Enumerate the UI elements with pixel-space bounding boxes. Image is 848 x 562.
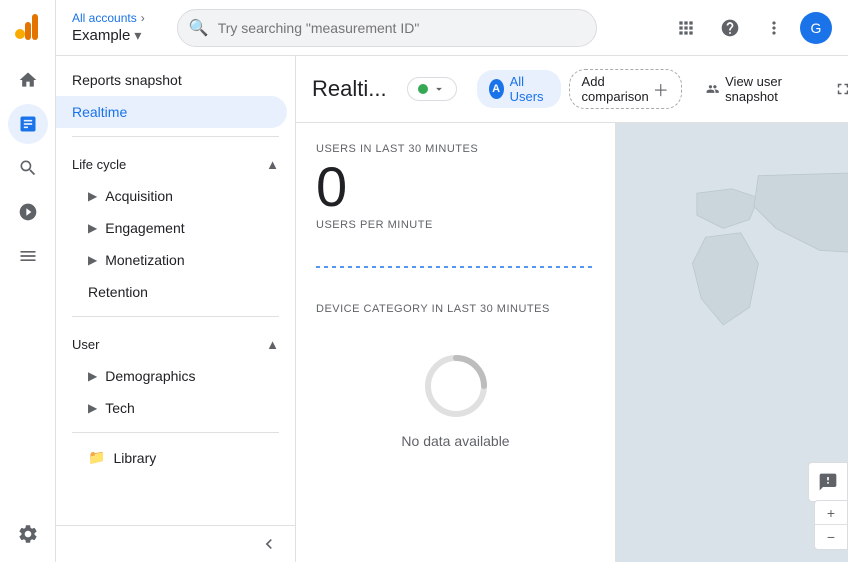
all-users-chip: A All Users [477, 70, 561, 108]
search-input[interactable] [177, 9, 597, 47]
nav-configure-button[interactable] [8, 236, 48, 276]
users-per-minute-chart [316, 247, 595, 287]
sidebar-item-acquisition[interactable]: ▶ Acquisition [56, 180, 295, 212]
help-icon-button[interactable] [712, 10, 748, 46]
nav-home-button[interactable] [8, 60, 48, 100]
header-actions: View user snapshot [694, 68, 848, 110]
view-user-snapshot-label: View user snapshot [725, 74, 809, 104]
sidebar-item-realtime[interactable]: Realtime [56, 96, 287, 128]
add-comparison-plus-icon: ＋ [653, 77, 669, 101]
content-header: Realti... A All Users Add comparison ＋ V… [296, 56, 848, 123]
users-30min-label: USERS IN LAST 30 MINUTES [316, 143, 595, 155]
nav-advertising-button[interactable] [8, 192, 48, 232]
tech-label: Tech [105, 400, 135, 416]
zoom-out-button[interactable]: − [815, 525, 847, 549]
no-data-text: No data available [401, 433, 509, 449]
status-badge[interactable] [407, 77, 457, 101]
all-users-label: All Users [510, 74, 549, 104]
topbar-actions: G [668, 10, 832, 46]
tech-expand-icon: ▶ [88, 401, 97, 415]
property-selector[interactable]: Example ▾ [72, 27, 145, 44]
sidebar-item-monetization[interactable]: ▶ Monetization [56, 244, 295, 276]
engagement-expand-icon: ▶ [88, 221, 97, 235]
lifecycle-section-header[interactable]: Life cycle ▲ [56, 145, 295, 180]
chevron-down-icon: ▾ [134, 27, 141, 44]
lifecycle-section-label: Life cycle [72, 157, 126, 172]
zoom-controls: + − [814, 500, 848, 550]
account-link[interactable]: All accounts [72, 11, 137, 25]
sidebar-item-library[interactable]: 📁 Library [56, 441, 295, 474]
monetization-expand-icon: ▶ [88, 253, 97, 267]
demographics-label: Demographics [105, 368, 195, 384]
view-user-snapshot-button[interactable]: View user snapshot [694, 68, 821, 110]
acquisition-label: Acquisition [105, 188, 173, 204]
user-avatar[interactable]: G [800, 12, 832, 44]
no-data-container: No data available [316, 331, 595, 469]
users-per-minute-label: USERS PER MINUTE [316, 219, 595, 231]
loading-spinner [421, 351, 491, 421]
library-folder-icon: 📁 [88, 449, 105, 466]
view-snapshot-icon [706, 80, 719, 98]
search-icon: 🔍 [189, 18, 209, 38]
content-body: USERS IN LAST 30 MINUTES 0 USERS PER MIN… [296, 123, 848, 562]
sidebar-item-tech[interactable]: ▶ Tech [56, 392, 295, 424]
apps-icon-button[interactable] [668, 10, 704, 46]
retention-label: Retention [88, 284, 148, 300]
nav-reports-button[interactable] [8, 104, 48, 144]
map-background: + − [616, 123, 848, 562]
users-30min-value: 0 [316, 159, 595, 215]
feedback-button[interactable] [808, 462, 848, 502]
demographics-expand-icon: ▶ [88, 369, 97, 383]
add-comparison-button[interactable]: Add comparison ＋ [569, 69, 682, 109]
breadcrumb-separator: › [141, 11, 145, 25]
add-comparison-label: Add comparison [582, 74, 649, 104]
status-chevron-icon [432, 82, 446, 96]
sidebar-item-demographics[interactable]: ▶ Demographics [56, 360, 295, 392]
sidebar-item-retention[interactable]: Retention [56, 276, 295, 308]
search-container: 🔍 [177, 9, 597, 47]
more-vert-icon-button[interactable] [756, 10, 792, 46]
content-area: Realti... A All Users Add comparison ＋ V… [296, 56, 848, 562]
user-section-label: User [72, 337, 99, 352]
reports-snapshot-label: Reports snapshot [72, 72, 182, 88]
stats-panel: USERS IN LAST 30 MINUTES 0 USERS PER MIN… [296, 123, 616, 562]
nav-explore-button[interactable] [8, 148, 48, 188]
breadcrumb: All accounts › [72, 11, 145, 25]
google-analytics-logo [10, 8, 46, 44]
collapse-sidebar-button[interactable] [56, 525, 295, 562]
engagement-label: Engagement [105, 220, 184, 236]
realtime-label: Realtime [72, 104, 127, 120]
zoom-in-button[interactable]: + [815, 501, 847, 525]
property-name-label: Example [72, 27, 130, 44]
fullscreen-button[interactable] [829, 71, 848, 107]
sidebar-divider-2 [72, 316, 279, 317]
monetization-label: Monetization [105, 252, 184, 268]
sidebar-item-reports-snapshot[interactable]: Reports snapshot [56, 64, 287, 96]
user-section-header[interactable]: User ▲ [56, 325, 295, 360]
user-collapse-icon: ▲ [266, 337, 279, 352]
all-users-icon: A [489, 79, 504, 99]
device-category-label: DEVICE CATEGORY IN LAST 30 MINUTES [316, 303, 595, 315]
status-dot [418, 84, 428, 94]
sidebar-divider-3 [72, 432, 279, 433]
sidebar: Reports snapshot Realtime Life cycle ▲ ▶… [56, 56, 296, 562]
library-label: Library [113, 450, 156, 466]
lifecycle-collapse-icon: ▲ [266, 157, 279, 172]
sidebar-divider-1 [72, 136, 279, 137]
acquisition-expand-icon: ▶ [88, 189, 97, 203]
settings-button[interactable] [8, 514, 48, 554]
sidebar-item-engagement[interactable]: ▶ Engagement [56, 212, 295, 244]
page-title: Realti... [312, 76, 387, 102]
